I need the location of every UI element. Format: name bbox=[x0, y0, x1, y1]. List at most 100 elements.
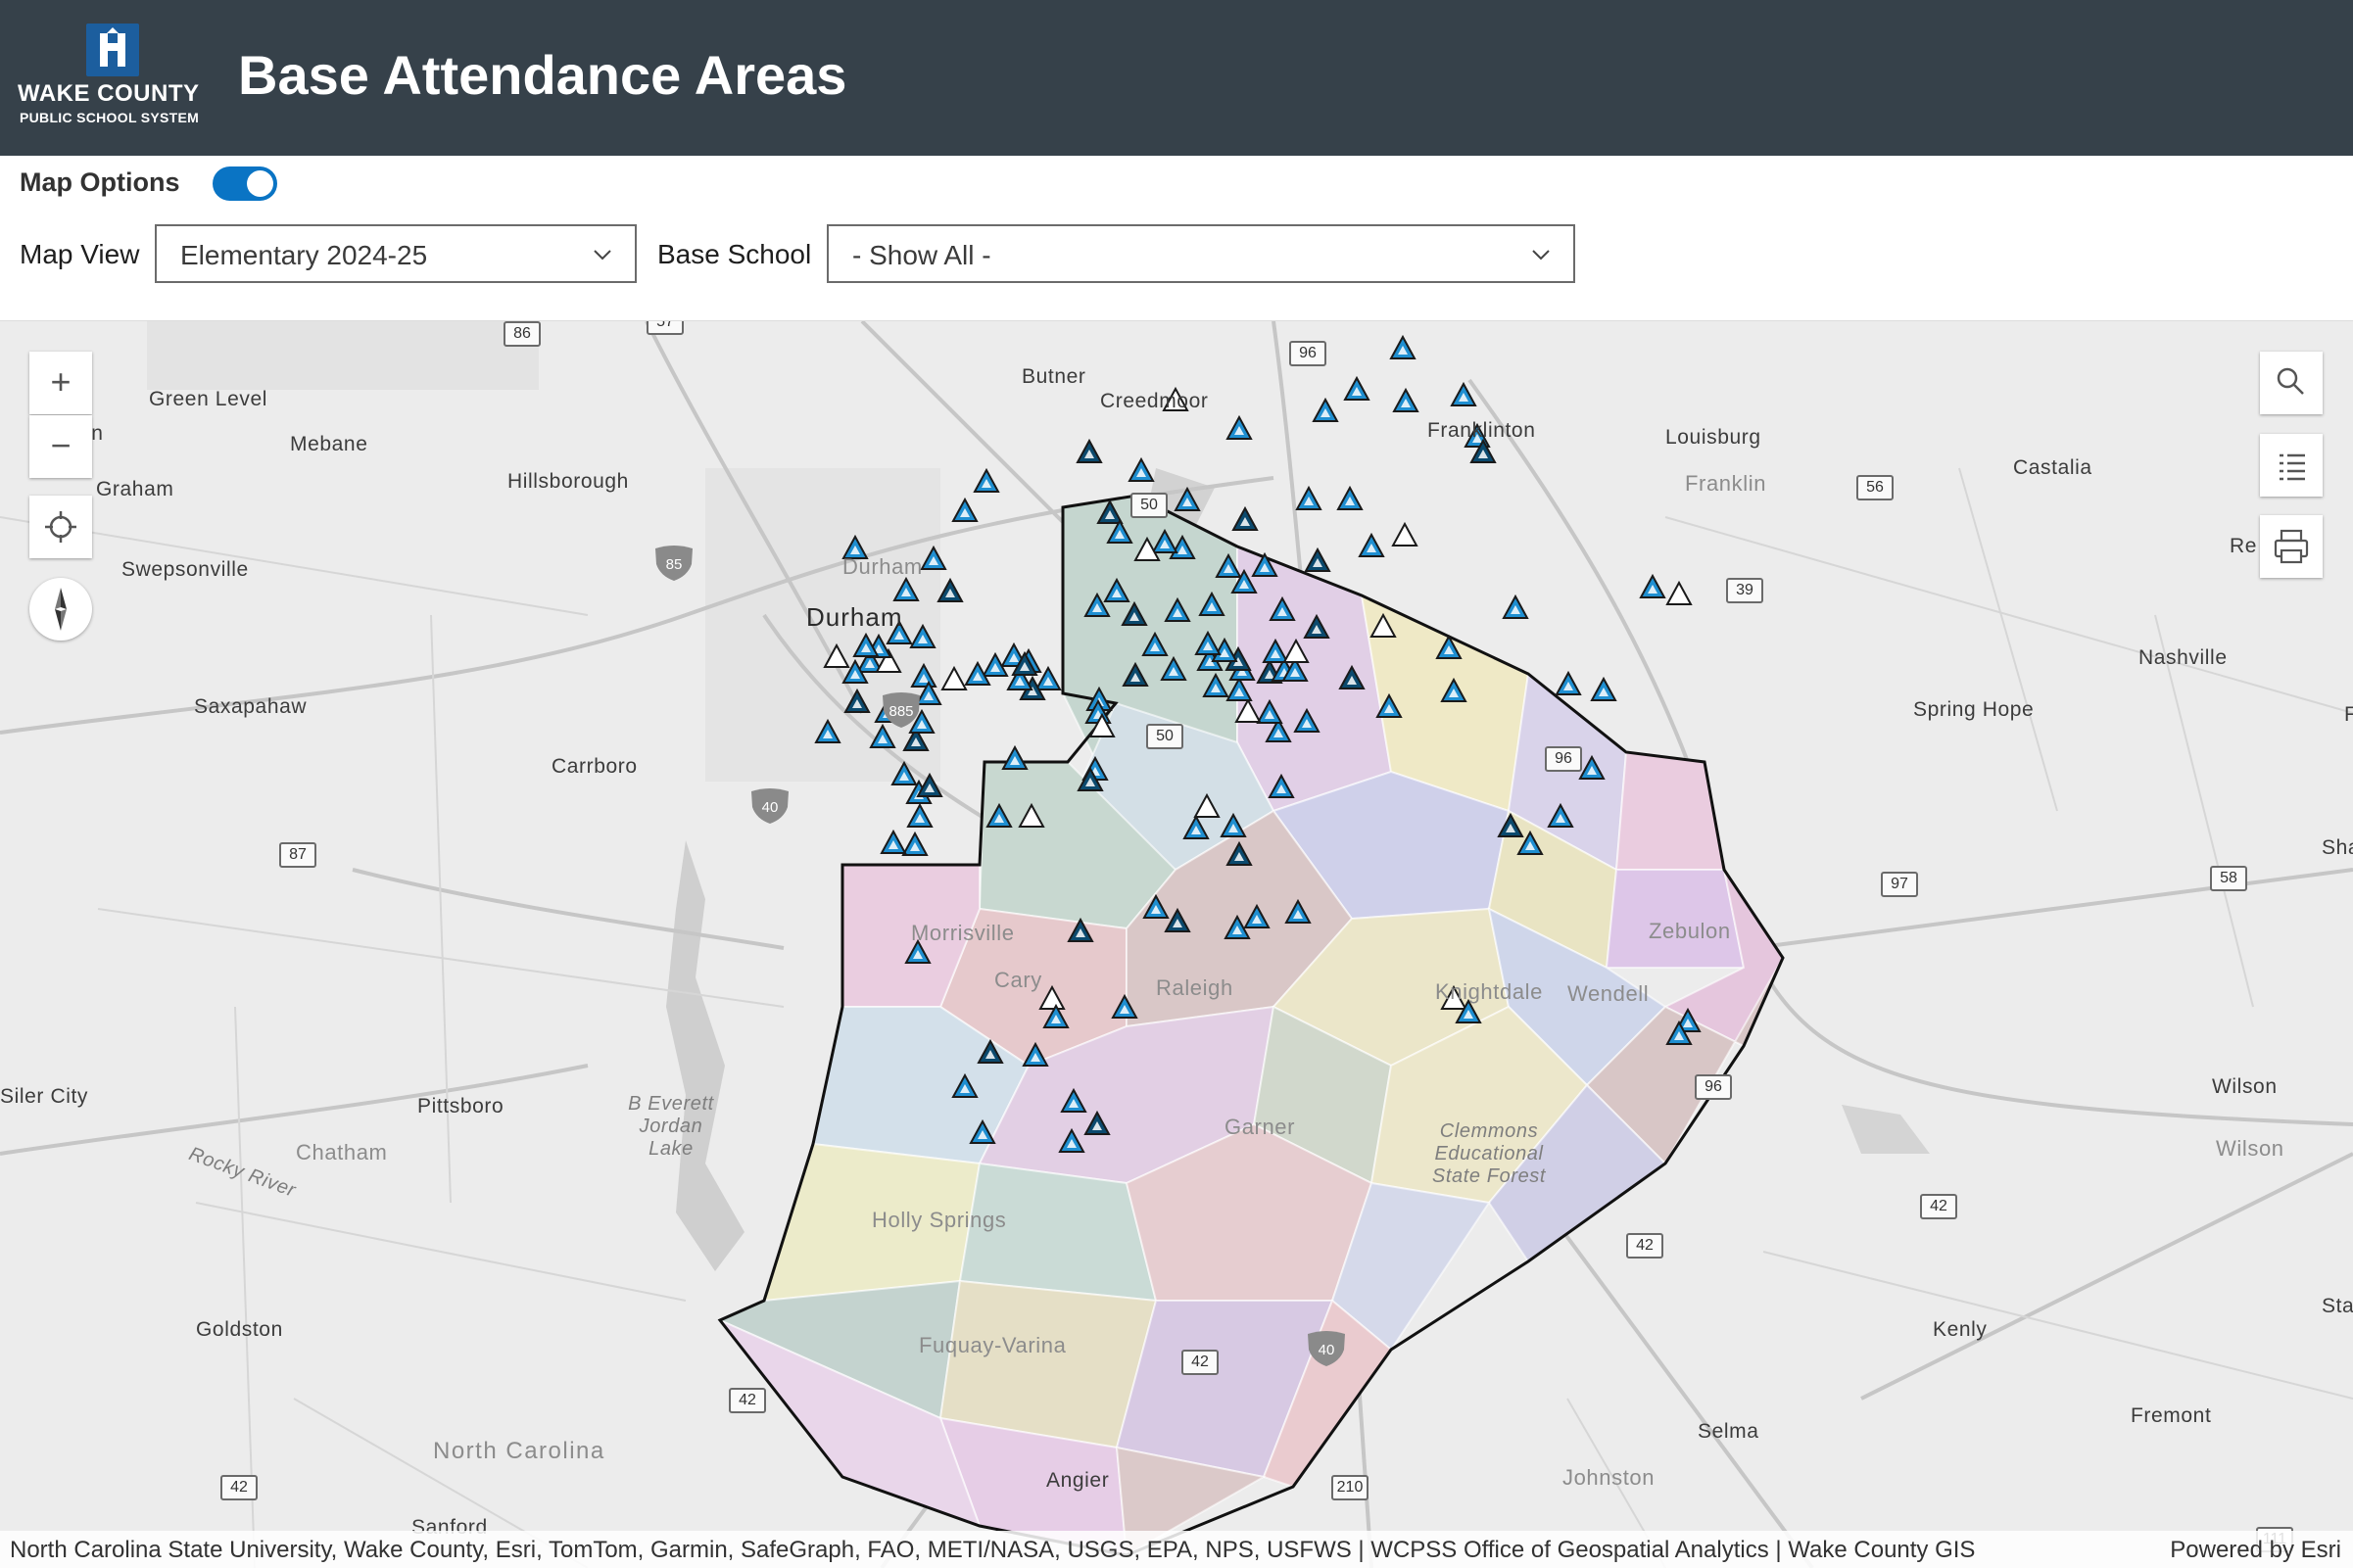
interstate-number: 85 bbox=[666, 556, 683, 573]
chevron-down-icon bbox=[594, 250, 611, 261]
highway-shield: 87 bbox=[279, 842, 316, 868]
highway-shield: 50 bbox=[1146, 724, 1183, 749]
chevron-down-icon bbox=[1532, 250, 1550, 261]
map-options-panel: Map Options Map View Elementary 2024-25 … bbox=[0, 156, 2353, 321]
compass-button[interactable] bbox=[29, 578, 92, 641]
interstate-shield: 85 bbox=[652, 543, 696, 582]
map-options-toggle[interactable] bbox=[213, 166, 277, 201]
base-school-value: - Show All - bbox=[852, 240, 991, 270]
place-label: Siler City bbox=[0, 1085, 89, 1108]
place-label: Sha bbox=[2322, 836, 2353, 859]
highway-shield: 57 bbox=[647, 321, 684, 335]
place-label: Fuquay-Varina bbox=[919, 1333, 1067, 1357]
logo-emblem-icon bbox=[86, 24, 139, 76]
place-label: Selma bbox=[1698, 1420, 1759, 1443]
page-title: Base Attendance Areas bbox=[238, 44, 847, 106]
place-label: F bbox=[2344, 703, 2353, 726]
map-view-select[interactable]: Elementary 2024-25 bbox=[155, 224, 637, 283]
highway-shield: 42 bbox=[1181, 1350, 1219, 1375]
place-label: Cary bbox=[994, 968, 1042, 992]
app-header: WAKE COUNTY PUBLIC SCHOOL SYSTEM Base At… bbox=[0, 0, 2353, 156]
place-label: Goldston bbox=[196, 1318, 283, 1341]
place-label: Morrisville bbox=[911, 921, 1015, 945]
interstate-shield: 885 bbox=[880, 689, 923, 729]
place-label: Durham bbox=[806, 602, 903, 632]
zoom-out-button[interactable]: − bbox=[29, 415, 92, 478]
place-label: Franklin bbox=[1685, 471, 1767, 496]
place-label: Wilson bbox=[2216, 1136, 2284, 1161]
place-label: Nashville bbox=[2138, 646, 2228, 669]
place-label: Creedmoor bbox=[1100, 390, 1209, 412]
highway-shield: 58 bbox=[2210, 866, 2247, 891]
plus-icon: + bbox=[50, 361, 72, 402]
map-view-value: Elementary 2024-25 bbox=[180, 240, 428, 270]
place-label: Knightdale bbox=[1435, 979, 1543, 1004]
search-icon bbox=[2277, 367, 2304, 395]
legend-button[interactable] bbox=[2260, 434, 2323, 497]
highway-shield: 39 bbox=[1726, 578, 1763, 603]
place-label: Graham bbox=[96, 478, 174, 500]
interstate-number: 885 bbox=[888, 703, 913, 720]
highway-shield: 210 bbox=[1331, 1475, 1369, 1500]
crosshair-icon bbox=[45, 511, 76, 543]
map-options-label: Map Options bbox=[20, 167, 180, 197]
logo-text-system: PUBLIC SCHOOL SYSTEM bbox=[20, 110, 200, 125]
place-label: Pittsboro bbox=[417, 1095, 504, 1117]
place-label: Hillsborough bbox=[507, 470, 629, 493]
base-school-label: Base School bbox=[657, 239, 812, 269]
compass-icon bbox=[55, 588, 67, 631]
highway-shield: 96 bbox=[1695, 1074, 1732, 1100]
place-label: Swepsonville bbox=[121, 558, 249, 581]
highway-shield: 50 bbox=[1130, 493, 1168, 518]
place-label: Johnston bbox=[1562, 1465, 1656, 1490]
place-label: Mebane bbox=[290, 433, 368, 455]
place-label: North Carolina bbox=[433, 1438, 605, 1464]
place-label: Durham bbox=[842, 554, 923, 579]
place-label: Wilson bbox=[2212, 1075, 2278, 1098]
zoom-in-button[interactable]: + bbox=[29, 352, 92, 414]
place-label: Clemmons Educational State Forest bbox=[1431, 1120, 1547, 1187]
printer-icon bbox=[2274, 529, 2309, 564]
place-label: Angier bbox=[1046, 1469, 1110, 1492]
minus-icon: − bbox=[50, 425, 72, 465]
interstate-shield: 40 bbox=[748, 785, 792, 825]
interstate-number: 40 bbox=[1319, 1342, 1335, 1358]
highway-shield: 42 bbox=[1920, 1194, 1957, 1219]
map-attribution: North Carolina State University, Wake Co… bbox=[0, 1531, 2353, 1568]
wcpss-logo: WAKE COUNTY PUBLIC SCHOOL SYSTEM bbox=[18, 24, 210, 131]
list-icon bbox=[2280, 453, 2305, 481]
toggle-knob bbox=[247, 170, 273, 197]
place-label: Chatham bbox=[296, 1140, 388, 1164]
place-label: Raleigh bbox=[1156, 975, 1233, 1000]
basemap bbox=[0, 321, 2353, 1568]
place-label: Butner bbox=[1022, 365, 1086, 388]
place-label: Saxapahaw bbox=[194, 695, 308, 718]
locate-button[interactable] bbox=[29, 496, 92, 558]
print-button[interactable] bbox=[2260, 515, 2323, 578]
highway-shield: 96 bbox=[1545, 746, 1582, 772]
place-label: Sta bbox=[2322, 1295, 2353, 1317]
interstate-number: 40 bbox=[762, 799, 779, 816]
search-button[interactable] bbox=[2260, 352, 2323, 414]
place-label: Carrboro bbox=[552, 755, 638, 778]
map-view-label: Map View bbox=[20, 239, 140, 269]
highway-shield: 42 bbox=[1626, 1233, 1663, 1259]
place-label: B Everett Jordan Lake bbox=[628, 1093, 714, 1160]
place-label: Green Level bbox=[149, 388, 268, 410]
place-label: Castalia bbox=[2013, 456, 2092, 479]
place-label: Holly Springs bbox=[872, 1208, 1007, 1232]
highway-shield: 56 bbox=[1856, 475, 1894, 500]
highway-shield: 96 bbox=[1289, 341, 1326, 366]
highway-shield: 42 bbox=[220, 1475, 258, 1500]
attribution-sources: North Carolina State University, Wake Co… bbox=[10, 1537, 1976, 1563]
highway-shield: 42 bbox=[729, 1388, 766, 1413]
interstate-shield: 40 bbox=[1305, 1328, 1348, 1367]
place-label: Garner bbox=[1225, 1115, 1296, 1139]
place-label: Kenly bbox=[1933, 1318, 1988, 1341]
powered-by-esri-link[interactable]: Powered by Esri bbox=[2170, 1537, 2341, 1564]
place-label: Wendell bbox=[1567, 981, 1650, 1006]
place-label: Fremont bbox=[2131, 1404, 2212, 1427]
base-school-select[interactable]: - Show All - bbox=[827, 224, 1575, 283]
place-label: Louisburg bbox=[1665, 426, 1761, 449]
map-view[interactable]: Green LevelngtonMebaneGrahamHillsborough… bbox=[0, 321, 2353, 1568]
